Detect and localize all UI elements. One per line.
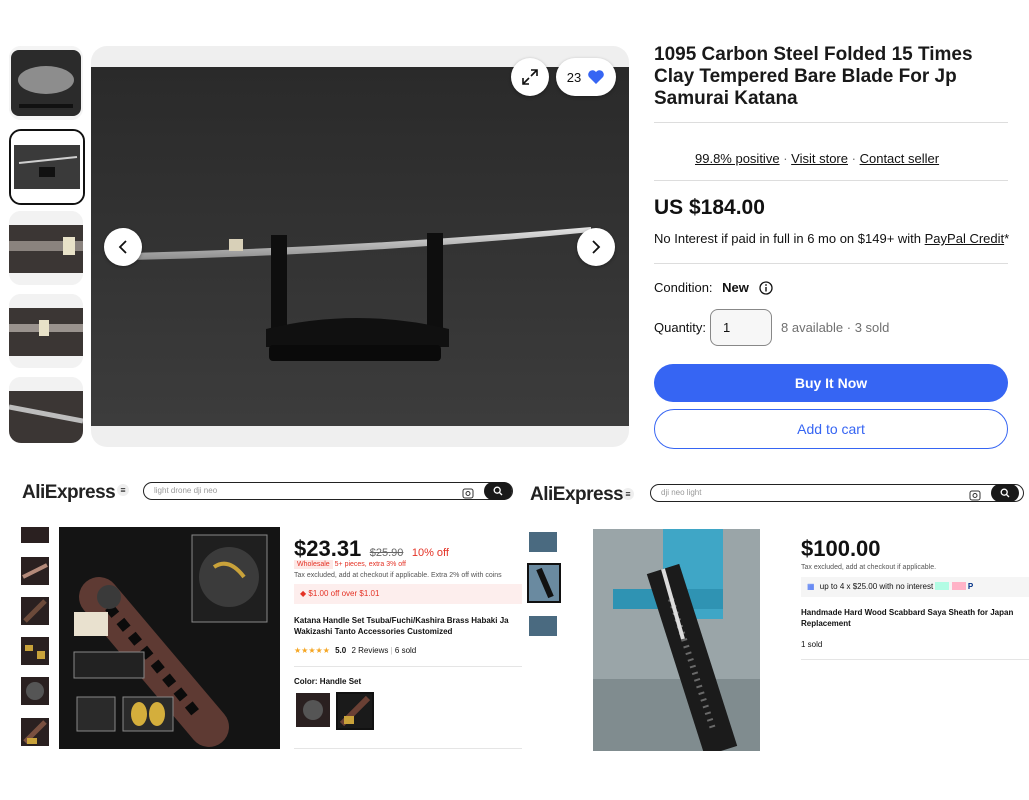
product-thumbnail[interactable] bbox=[21, 557, 49, 585]
expand-icon bbox=[522, 69, 538, 85]
menu-icon[interactable]: ≡ bbox=[622, 488, 634, 500]
price: US $184.00 bbox=[654, 196, 765, 219]
product-main-image[interactable] bbox=[593, 529, 760, 751]
favorites-count: 23 bbox=[566, 69, 582, 85]
paypal-icon: P bbox=[967, 582, 974, 591]
color-option-1[interactable] bbox=[296, 693, 330, 727]
original-price: $25.90 bbox=[369, 547, 404, 559]
product-thumbnail[interactable] bbox=[529, 616, 557, 636]
divider bbox=[294, 666, 522, 667]
next-image-button[interactable] bbox=[577, 228, 615, 266]
discount: 10% off bbox=[411, 547, 449, 559]
buy-it-now-button[interactable]: Buy It Now bbox=[654, 364, 1008, 402]
previous-image-button[interactable] bbox=[104, 228, 142, 266]
wholesale-badge: Wholesale bbox=[294, 560, 333, 569]
rating-row: ★★★★★ 5.0 2 Reviews | 6 sold bbox=[294, 646, 417, 655]
product-thumbnail[interactable] bbox=[21, 527, 49, 543]
financing-info: No Interest if paid in full in 6 mo on $… bbox=[654, 231, 1010, 246]
coupon-tag-icon: ◆ bbox=[300, 589, 307, 598]
aliexpress-listing-2: AliExpress ≡ dji neo light $100.00 Tax e… bbox=[522, 470, 1029, 760]
product-thumbnail-selected[interactable] bbox=[527, 563, 561, 603]
product-title[interactable]: Katana Handle Set Tsuba/Fuchi/Kashira Br… bbox=[294, 615, 522, 637]
color-option-2-selected[interactable] bbox=[336, 692, 374, 730]
divider bbox=[654, 180, 1008, 181]
add-to-cart-button[interactable]: Add to cart bbox=[654, 409, 1008, 449]
search-button[interactable] bbox=[484, 482, 512, 500]
positive-feedback-link[interactable]: 99.8% positive bbox=[695, 151, 780, 166]
seller-info: 99.8% positive · Visit store · Contact s… bbox=[695, 151, 940, 166]
availability: 8 available · 3 sold bbox=[781, 320, 890, 335]
aliexpress-logo[interactable]: AliExpress bbox=[530, 484, 624, 506]
product-main-image[interactable] bbox=[59, 527, 280, 749]
tax-note: Tax excluded, add at checkout if applica… bbox=[801, 564, 937, 571]
product-photo[interactable] bbox=[91, 67, 629, 426]
info-icon[interactable] bbox=[758, 281, 773, 295]
condition: Condition: New bbox=[654, 280, 773, 295]
contact-seller-link[interactable]: Contact seller bbox=[860, 151, 939, 166]
thumbnail-1[interactable] bbox=[9, 46, 83, 120]
thumbnail-2-selected[interactable] bbox=[9, 129, 85, 205]
thumbnail-3[interactable] bbox=[9, 211, 83, 285]
wholesale-row: Wholesale 5+ pieces, extra 3% off bbox=[294, 560, 406, 569]
thumbnail-5[interactable] bbox=[9, 377, 83, 443]
coupon-banner[interactable]: ◆ $1.00 off over $1.01 bbox=[294, 584, 522, 604]
installment-banner[interactable]: ▦ up to 4 x $25.00 with no interest P bbox=[801, 577, 1029, 597]
search-icon bbox=[1000, 488, 1010, 498]
rating-stars: ★★★★★ bbox=[294, 646, 330, 655]
watchlist-button[interactable]: 23 bbox=[556, 58, 616, 96]
tax-note: Tax excluded, add at checkout if applica… bbox=[294, 572, 502, 579]
quantity-input[interactable]: 1 bbox=[710, 309, 772, 346]
search-button[interactable] bbox=[991, 484, 1019, 502]
product-title[interactable]: Handmade Hard Wood Scabbard Saya Sheath … bbox=[801, 607, 1029, 629]
calendar-icon: ▦ bbox=[807, 582, 815, 591]
search-input[interactable]: dji neo light bbox=[650, 484, 1024, 502]
product-thumbnail[interactable] bbox=[21, 637, 49, 665]
image-search-icon[interactable] bbox=[969, 488, 981, 506]
visit-store-link[interactable]: Visit store bbox=[791, 151, 848, 166]
divider bbox=[654, 122, 1008, 123]
afterpay-icon bbox=[935, 582, 950, 590]
quantity-label: Quantity: bbox=[654, 320, 707, 335]
search-icon bbox=[493, 486, 503, 496]
sold-count: 1 sold bbox=[801, 640, 823, 649]
listing-title: 1095 Carbon Steel Folded 15 Times Clay T… bbox=[654, 44, 973, 109]
image-search-icon[interactable] bbox=[462, 486, 474, 504]
divider bbox=[801, 659, 1029, 660]
chevron-right-icon bbox=[592, 240, 601, 254]
chevron-left-icon bbox=[118, 240, 127, 254]
divider bbox=[654, 263, 1008, 264]
product-thumbnail[interactable] bbox=[21, 718, 49, 746]
heart-icon bbox=[588, 70, 605, 84]
klarna-icon bbox=[951, 582, 966, 590]
price-row: $23.31 $25.90 10% off bbox=[294, 536, 449, 562]
thumbnail-4[interactable] bbox=[9, 294, 83, 368]
color-label: Color: Handle Set bbox=[294, 677, 362, 686]
aliexpress-listing-1: AliExpress ≡ light drone dji neo $23.31 … bbox=[10, 470, 522, 760]
paypal-credit-link[interactable]: PayPal Credit bbox=[925, 231, 1004, 246]
expand-button[interactable] bbox=[511, 58, 549, 96]
product-thumbnail[interactable] bbox=[529, 532, 557, 552]
menu-icon[interactable]: ≡ bbox=[117, 484, 129, 496]
product-thumbnail[interactable] bbox=[21, 597, 49, 625]
price: $100.00 bbox=[801, 536, 881, 561]
price: $23.31 bbox=[294, 536, 362, 561]
divider bbox=[294, 748, 522, 749]
product-thumbnail[interactable] bbox=[21, 677, 49, 705]
aliexpress-logo[interactable]: AliExpress bbox=[22, 482, 116, 504]
search-input[interactable]: light drone dji neo bbox=[143, 482, 513, 500]
